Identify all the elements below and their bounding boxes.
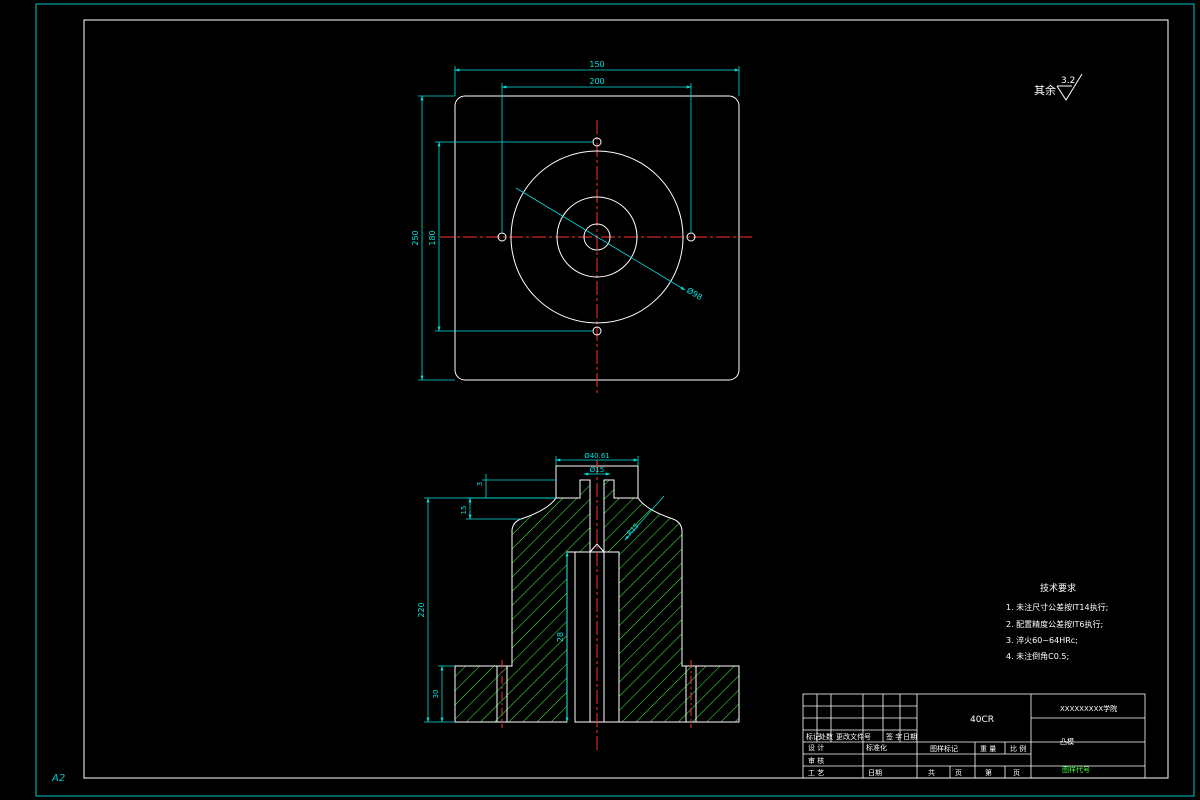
- tech-requirement-item: 3. 淬火60~64HRc;: [1006, 635, 1078, 645]
- tb-label-date2: 日期: [868, 769, 882, 777]
- tb-label-stage-mark: 图样标记: [930, 744, 958, 753]
- dim-inner-depth-label: 28: [556, 632, 565, 642]
- surface-finish-label: 其余: [1034, 83, 1056, 97]
- dim-hole-spacing-y-label: 180: [428, 230, 437, 245]
- tb-label-page: 页: [955, 769, 962, 777]
- title-block-part-name: 凸模: [1060, 737, 1074, 746]
- cad-drawing-canvas: A2 150 200 250 180 Ø98 Ø40.61 Ø15 3 15 2…: [35, 3, 1195, 797]
- tb-label-date: 日期: [903, 733, 917, 741]
- tb-label-signature: 签 字: [886, 732, 902, 741]
- tb-label-sheet-n: 第: [985, 768, 992, 777]
- tb-label-process: 工 艺: [808, 769, 824, 777]
- top-view: 150 200 250 180 Ø98: [411, 60, 752, 394]
- dim-top-diameter-label: Ø40.61: [584, 452, 610, 460]
- section-view: Ø40.61 Ø15 3 15 220 28 30 R15: [417, 452, 740, 752]
- dim-diameter-leader: [515, 187, 686, 291]
- tb-label-change-doc: 更改文件号: [836, 732, 871, 741]
- dim-hole-spacing-x: [501, 83, 692, 233]
- tb-label-mark: 标记: [806, 732, 820, 741]
- dim-overall-height-label: 250: [411, 230, 420, 245]
- sheet-size-label: A2: [51, 773, 65, 784]
- dim-flange-height-label: 30: [432, 690, 440, 699]
- tb-label-total: 共: [928, 768, 935, 777]
- tech-requirement-item: 1. 未注尺寸公差按IT14执行;: [1006, 602, 1108, 612]
- dim-diameter-label: Ø98: [685, 285, 704, 302]
- title-block-school: XXXXXXXXX学院: [1060, 704, 1117, 713]
- tb-label-review: 审 核: [808, 756, 824, 765]
- title-block-material: 40CR: [970, 715, 994, 725]
- tech-requirement-item: 4. 未注倒角C0.5;: [1006, 651, 1069, 661]
- dim-hole-spacing-x-label: 200: [589, 77, 604, 86]
- dim-flange-height: [438, 665, 455, 723]
- dim-section-overall-height-label: 220: [417, 602, 426, 617]
- surface-finish-value: 3.2: [1061, 76, 1075, 86]
- tech-requirements-title: 技术要求: [1040, 582, 1076, 594]
- tb-label-scale: 比 例: [1010, 744, 1026, 753]
- tb-label-weight: 重 量: [980, 745, 996, 753]
- tb-label-design: 设 计: [808, 743, 824, 752]
- dim-step-top-label: 15: [460, 506, 468, 515]
- section-body-left: [454, 479, 591, 723]
- dim-step-small-label: 3: [476, 482, 484, 486]
- tb-label-count: 处数: [819, 732, 833, 741]
- dim-overall-width-label: 150: [589, 60, 604, 69]
- title-block-drawing-number: 图样代号: [1062, 765, 1090, 774]
- tech-requirements: 技术要求 1. 未注尺寸公差按IT14执行; 2. 配置精度公差按IT6执行; …: [1006, 582, 1108, 661]
- tb-label-standardize: 标准化: [866, 743, 887, 752]
- section-body-right: [603, 479, 740, 723]
- dim-bore-diameter-label: Ø15: [590, 466, 604, 474]
- tb-label-page2: 页: [1013, 769, 1020, 777]
- surface-finish-symbol: 其余 3.2: [1034, 73, 1083, 101]
- tech-requirement-item: 2. 配置精度公差按IT6执行;: [1006, 619, 1103, 629]
- dim-step-small: [482, 474, 556, 498]
